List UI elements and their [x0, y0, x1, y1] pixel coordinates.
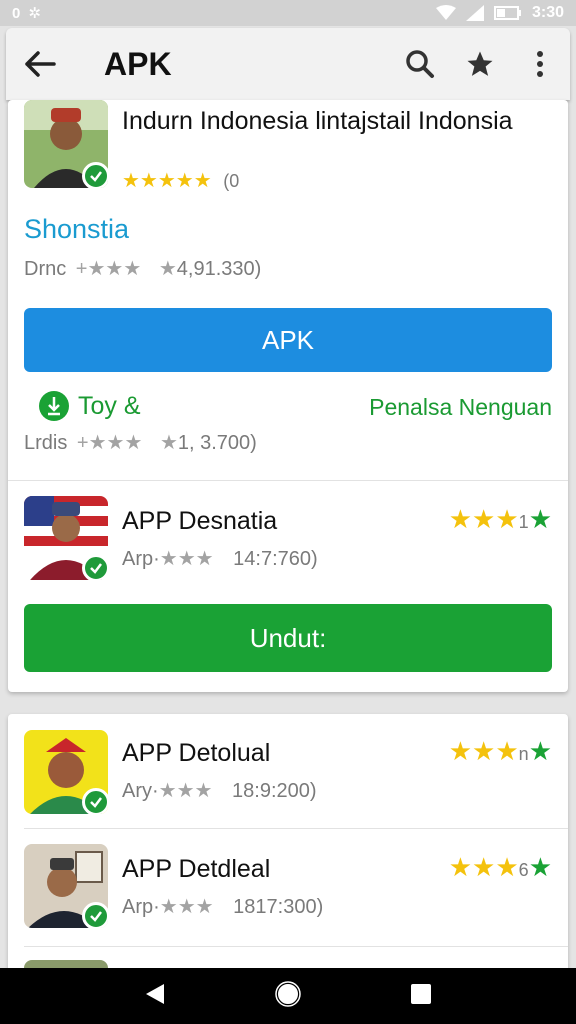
app-meta-label: Arp· — [122, 548, 160, 570]
search-button[interactable] — [390, 28, 450, 100]
app-rating: ★★★n★ — [449, 736, 552, 767]
meta-stars-icon: ★★★ — [159, 896, 214, 918]
app-name[interactable]: APP Desnatia — [122, 506, 277, 536]
notification-text: 0 — [12, 4, 21, 22]
back-button[interactable] — [6, 28, 74, 100]
settings-icon: ✲ — [28, 5, 41, 22]
rating-stars: ★★★★★ — [122, 170, 212, 192]
app-rating: ★★★1★ — [449, 504, 552, 535]
rating-stars-icon: ★★★ — [448, 852, 519, 882]
meta2-stars-icon: +★★★ — [76, 432, 143, 454]
app-icon-desnatia[interactable] — [24, 496, 108, 580]
wifi-icon — [435, 5, 456, 20]
toy-label: Toy & — [78, 391, 141, 420]
back-arrow-icon — [25, 51, 56, 77]
rating-suffix: 6 — [518, 860, 529, 880]
verified-check-icon — [82, 788, 108, 814]
nav-recents-icon — [410, 983, 431, 1004]
verified-check-icon — [82, 902, 108, 928]
app-rating: ★★★6★ — [449, 852, 552, 883]
meta1-star-icon: ★ — [158, 258, 177, 280]
nav-recents-button[interactable] — [410, 983, 432, 1010]
battery-icon — [493, 6, 521, 20]
app-toolbar: APK — [6, 28, 570, 100]
divider — [8, 480, 568, 481]
meta1-label: Drnc — [24, 258, 67, 280]
app-name[interactable]: APP Detolual — [122, 738, 270, 768]
app-meta-value: 1817:300) — [233, 896, 324, 918]
meta2-star-icon: ★ — [159, 432, 178, 454]
rating-count: (0 — [223, 171, 240, 191]
system-nav-bar — [0, 968, 576, 1024]
meta-row-1: Drnc +★★★ ★4,91.330) — [24, 256, 261, 281]
signal-icon — [465, 5, 484, 21]
app-icon-detdleal[interactable] — [24, 844, 108, 928]
rating-stars-icon: ★★★ — [448, 504, 519, 534]
more-options-button[interactable] — [510, 28, 570, 100]
favorite-button[interactable] — [450, 28, 510, 100]
search-icon — [406, 50, 434, 78]
meta-stars-icon: ★★★ — [158, 780, 213, 802]
app-meta: Ary·★★★ 18:9:200) — [122, 778, 317, 803]
app-meta: Arp·★★★ 1817:300) — [122, 894, 323, 919]
meta-row-2: Lrdis +★★★ ★1, 3.700) — [24, 430, 257, 455]
green-star-icon: ★ — [528, 736, 552, 766]
section-title: Shonstia — [24, 214, 130, 244]
meta2-label: Lrdis — [24, 432, 68, 454]
status-bar: 0 ✲ 3:30 — [0, 0, 576, 26]
rating-suffix: n — [518, 744, 529, 764]
nav-home-button[interactable] — [275, 980, 301, 1012]
green-star-icon: ★ — [528, 852, 552, 882]
app-meta: Arp·★★★ 14:7:760) — [122, 546, 318, 571]
rating-suffix: 1 — [518, 512, 529, 532]
app-icon-detolual[interactable] — [24, 730, 108, 814]
apk-download-button[interactable]: APK — [24, 308, 552, 372]
divider — [24, 946, 568, 947]
right-link[interactable]: Penalsa Nenguan — [369, 394, 552, 421]
rating-stars-icon: ★★★ — [448, 736, 519, 766]
toolbar-title: APK — [104, 45, 172, 82]
divider — [24, 828, 568, 829]
clock: 3:30 — [531, 4, 564, 21]
verified-check-icon — [82, 554, 108, 580]
featured-rating: ★★★★★ (0 — [122, 168, 239, 193]
star-icon — [467, 51, 493, 76]
meta1-value: 4,91.330) — [176, 258, 262, 280]
nav-home-icon — [275, 980, 301, 1007]
nav-back-icon — [146, 983, 165, 1004]
featured-app-icon[interactable] — [24, 100, 108, 188]
more-vert-icon — [537, 51, 543, 77]
featured-app-name[interactable]: Indurn Indonesia lintajstail Indonsia — [122, 106, 542, 136]
meta-stars-icon: ★★★ — [159, 548, 214, 570]
app-meta-value: 18:9:200) — [232, 780, 317, 802]
download-circle-icon — [39, 391, 69, 421]
app-name[interactable]: APP Detdleal — [122, 854, 270, 884]
app-list-card: APP Detolual ★★★n★ Ary·★★★ 18:9:200) APP… — [8, 714, 568, 974]
toy-link[interactable]: Toy & — [38, 390, 141, 422]
app-meta-label: Ary· — [122, 780, 159, 802]
green-star-icon: ★ — [528, 504, 552, 534]
featured-card: Indurn Indonesia lintajstail Indonsia ★★… — [8, 100, 568, 692]
status-left: 0 ✲ — [12, 4, 41, 23]
verified-check-icon — [82, 162, 108, 188]
status-right: 3:30 — [435, 4, 564, 22]
nav-back-button[interactable] — [144, 982, 166, 1011]
download-button[interactable]: Undut: — [24, 604, 552, 672]
meta1-stars-icon: +★★★ — [75, 258, 142, 280]
app-meta-label: Arp· — [122, 896, 160, 918]
meta2-value: 1, 3.700) — [177, 432, 257, 454]
app-meta-value: 14:7:760) — [233, 548, 318, 570]
